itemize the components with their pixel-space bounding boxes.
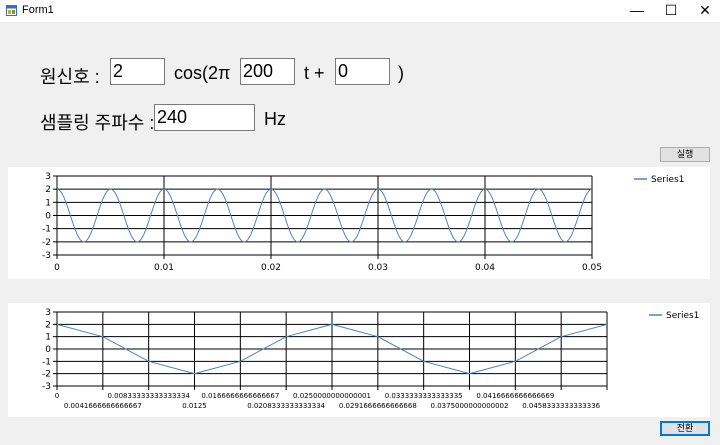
phase-input[interactable] (335, 58, 390, 85)
t-plus-label: t + (304, 63, 325, 83)
x-tick-label: 0.0416666666666669 (476, 392, 554, 400)
x-tick-label: 0.0208333333333334 (247, 402, 325, 410)
y-tick-label: 2 (45, 185, 51, 195)
x-tick-label: 0.0041666666666667 (64, 402, 142, 410)
x-tick-label: 0.02 (261, 263, 281, 273)
y-tick-label: 1 (45, 198, 51, 208)
y-tick-label: -2 (42, 238, 51, 248)
x-tick-label: 0 (54, 263, 60, 273)
y-tick-label: -3 (42, 251, 51, 261)
sampled-signal-chart: 3 2 1 0 -1 -2 -3 Series1 0 0.00833333333333334 0.0… (8, 303, 710, 417)
sampling-label: 샘플링 주파수 : (40, 113, 155, 133)
x-tick-label: 0.04 (475, 263, 495, 273)
y-tick-label: 0 (45, 345, 51, 355)
y-tick-label: 3 (45, 172, 51, 182)
y-tick-label: -1 (42, 357, 51, 367)
app-icon (6, 5, 17, 16)
close-paren-label: ) (398, 63, 404, 83)
legend-label: Series1 (651, 175, 684, 185)
maximize-button[interactable]: ☐ (654, 0, 688, 22)
x-tick-label: 0.0291666666666668 (339, 402, 417, 410)
x-tick-label: 0.0458333333333336 (522, 402, 600, 410)
y-tick-label: -3 (42, 382, 51, 392)
cos-label: cos(2π (174, 63, 231, 83)
x-tick-label: 0.0250000000000001 (293, 392, 371, 400)
x-tick-label: 0.03 (368, 263, 388, 273)
y-tick-label: 0 (45, 212, 51, 222)
minimize-button[interactable]: — (620, 0, 654, 22)
legend-label: Series1 (666, 311, 699, 321)
x-tick-label: 0.05 (582, 263, 602, 273)
close-button[interactable]: ✕ (688, 0, 720, 22)
original-signal-chart: 3 2 1 0 -1 -2 -3 Series1 0 0.01 0.02 0.03 0.04 0.05 (8, 167, 710, 279)
window-title: Form1 (22, 4, 54, 16)
sampling-freq-input[interactable] (154, 104, 255, 131)
x-tick-label: 0.01 (154, 263, 174, 273)
frequency-input[interactable] (240, 58, 295, 85)
y-tick-label: 3 (45, 308, 51, 318)
signal-label: 원신호 : (40, 67, 100, 87)
y-tick-label: -2 (42, 370, 51, 380)
x-tick-label: 0.0333333333333335 (385, 392, 463, 400)
amplitude-input[interactable] (110, 58, 165, 85)
convert-button[interactable]: 전환 (660, 421, 710, 436)
title-bar: Form1 — ☐ ✕ (0, 0, 720, 22)
run-button[interactable]: 실행 (660, 147, 710, 162)
x-tick-label: 0.0125 (182, 402, 207, 410)
y-tick-label: -1 (42, 225, 51, 235)
x-tick-label: 0 (55, 392, 59, 400)
y-tick-label: 1 (45, 333, 51, 343)
hz-label: Hz (264, 109, 286, 129)
x-tick-label: 0.0166666666666667 (201, 392, 279, 400)
x-tick-label: 0.00833333333333334 (107, 392, 190, 400)
y-tick-label: 2 (45, 320, 51, 330)
x-tick-label: 0.0375000000000002 (431, 402, 509, 410)
